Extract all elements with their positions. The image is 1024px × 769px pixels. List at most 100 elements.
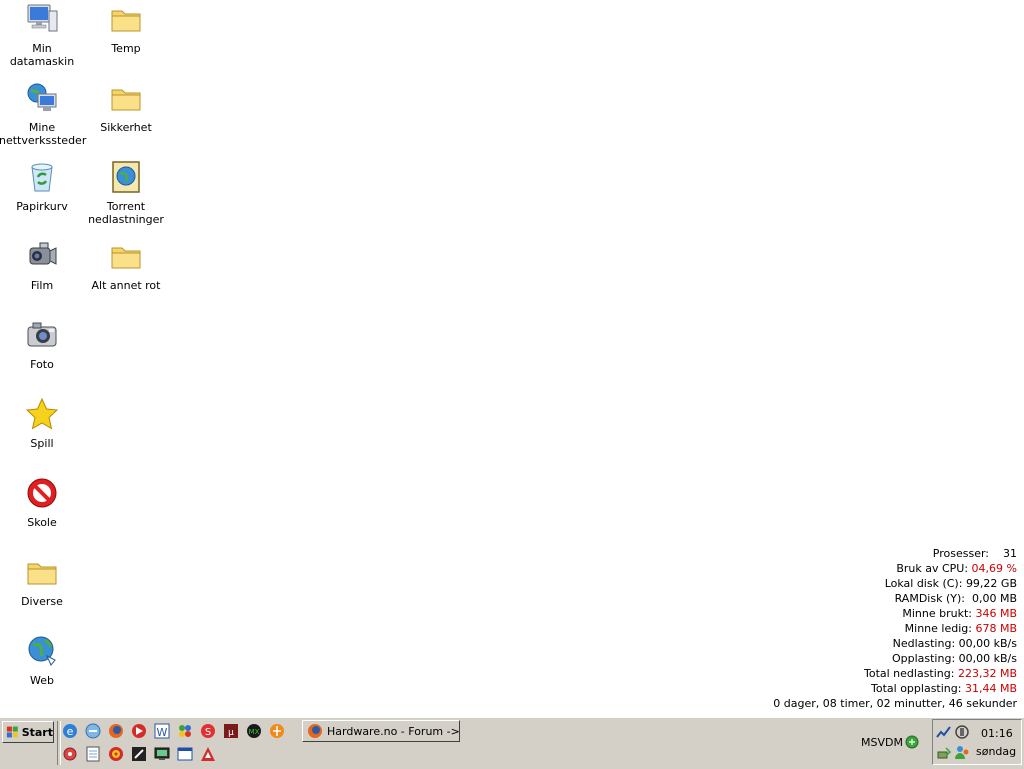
stat-row-upload: Opplasting: 00,00 kB/s — [773, 651, 1017, 666]
stat-row-memory-used: Minne brukt: 346 MB — [773, 606, 1017, 621]
stat-label: Prosesser: — [932, 547, 989, 560]
desktop-icon-diverse[interactable]: Diverse — [0, 555, 85, 608]
start-label: Start — [21, 725, 53, 739]
desktop-icon-label: Papirkurv — [16, 200, 68, 213]
desktop-icon-spill[interactable]: Spill — [0, 397, 85, 450]
stat-row-cpu: Bruk av CPU: 04,69 % — [773, 561, 1017, 576]
stat-label: Minne ledig: — [904, 622, 972, 635]
globe-icon — [28, 636, 56, 666]
user-icon[interactable] — [954, 744, 970, 760]
network-activity-icon[interactable] — [936, 724, 952, 740]
system-tray: 01:16 søndag — [932, 719, 1022, 765]
connection-icon[interactable] — [936, 744, 952, 760]
quicklaunch-skype-icon[interactable]: S — [199, 722, 217, 740]
network-places-icon — [27, 83, 57, 111]
quicklaunch-ares-icon[interactable] — [268, 722, 286, 740]
desktop-icon-label: Film — [30, 279, 54, 292]
torrent-globe-icon — [112, 161, 140, 193]
desktop-icon-label: Web — [30, 674, 54, 687]
stat-label: Opplasting: — [891, 652, 956, 665]
desktop-icon-min-datamaskin[interactable]: Min datamaskin — [0, 2, 85, 68]
stat-value: 678 MB — [975, 622, 1017, 635]
stat-value: 00,00 kB/s — [958, 652, 1017, 665]
desktop-icon-label: Torrent nedlastninger — [88, 200, 164, 226]
quicklaunch-word-icon[interactable]: W — [153, 722, 171, 740]
stat-label: Total nedlasting: — [864, 667, 955, 680]
quicklaunch-mx-icon[interactable]: MX — [245, 722, 263, 740]
desktop-icon-label: Mine nettverkssteder — [0, 121, 87, 147]
no-entry-icon — [27, 478, 57, 508]
quicklaunch-tools-icon[interactable] — [61, 745, 79, 763]
firefox-icon — [308, 724, 322, 738]
quicklaunch-mail-icon[interactable] — [84, 722, 102, 740]
desktop-icon-alt-annet-rot[interactable]: Alt annet rot — [83, 239, 169, 292]
stat-value: 99,22 GB — [965, 577, 1017, 590]
stat-value: 0,00 MB — [971, 592, 1017, 605]
stat-value: 04,69 % — [971, 562, 1017, 575]
desktop-icon-web[interactable]: Web — [0, 634, 85, 687]
svg-text:S: S — [205, 727, 211, 738]
quicklaunch-media-player-icon[interactable] — [130, 722, 148, 740]
desktop-icon-temp[interactable]: Temp — [83, 2, 169, 55]
camera-icon — [27, 322, 57, 347]
quicklaunch-brush-icon[interactable] — [130, 745, 148, 763]
quicklaunch-firefox-icon[interactable] — [107, 722, 125, 740]
recycle-bin-icon — [31, 163, 53, 192]
clock[interactable]: 01:16 — [981, 727, 1013, 740]
start-button[interactable]: Start — [2, 721, 54, 743]
stat-value: 00,00 kB/s — [958, 637, 1017, 650]
virtual-desktop-icon[interactable] — [905, 735, 919, 749]
stat-row-uptime: 0 dager, 08 timer, 02 minutter, 46 sekun… — [773, 697, 1017, 710]
stat-row-processes: Prosesser: 31 — [773, 546, 1017, 561]
quicklaunch-acrobat-icon[interactable] — [199, 745, 217, 763]
taskbar-window-title: Hardware.no - Forum ->... — [327, 724, 460, 738]
windows-logo-icon — [6, 726, 18, 738]
desktop-icon-skole[interactable]: Skole — [0, 476, 85, 529]
quicklaunch-internet-explorer-icon[interactable]: e — [61, 722, 79, 740]
desktop-icon-foto[interactable]: Foto — [0, 318, 85, 371]
desktop-icon-label: Foto — [30, 358, 54, 371]
desktop-icon-papirkurv[interactable]: Papirkurv — [0, 160, 85, 213]
stat-row-total-download: Total nedlasting: 223,32 MB — [773, 666, 1017, 681]
quicklaunch-target-icon[interactable] — [107, 745, 125, 763]
stat-label: Nedlasting: — [892, 637, 956, 650]
folder-icon — [27, 563, 57, 585]
quicklaunch-torrent-client-icon[interactable]: µ — [222, 722, 240, 740]
svg-text:e: e — [67, 725, 74, 738]
stat-label: Total opplasting: — [871, 682, 962, 695]
desktop-icon-label: Sikkerhet — [100, 121, 152, 134]
desktop-icon-label: Skole — [27, 516, 57, 529]
stat-row-ramdisk: RAMDisk (Y): 0,00 MB — [773, 591, 1017, 606]
computer-icon — [27, 4, 58, 32]
sync-icon[interactable] — [954, 724, 970, 740]
system-stats-widget: Prosesser: 31 Bruk av CPU: 04,69 % Lokal… — [773, 546, 1017, 711]
stat-row-total-upload: Total opplasting: 31,44 MB — [773, 681, 1017, 696]
quicklaunch-puzzle-icon[interactable] — [176, 722, 194, 740]
taskbar-window-button-firefox[interactable]: Hardware.no - Forum ->... — [302, 720, 460, 742]
desktop-icon-torrent-nedlastninger[interactable]: Torrent nedlastninger — [83, 160, 169, 226]
desktop-icon-label: Min datamaskin — [9, 42, 75, 68]
desktop-icon-mine-nettverkssteder[interactable]: Mine nettverkssteder — [0, 81, 87, 147]
star-icon — [25, 397, 59, 430]
video-camera-icon — [29, 242, 57, 265]
quicklaunch-monitor-icon[interactable] — [153, 745, 171, 763]
svg-text:W: W — [157, 726, 168, 739]
stat-label: Minne brukt: — [902, 607, 972, 620]
msvdm-label: MSVDM — [861, 736, 903, 749]
stat-row-download: Nedlasting: 00,00 kB/s — [773, 636, 1017, 651]
folder-icon — [111, 10, 141, 32]
stat-label: RAMDisk (Y): — [894, 592, 965, 605]
stat-value: 223,32 MB — [957, 667, 1017, 680]
stat-value: 31,44 MB — [964, 682, 1017, 695]
quicklaunch-notepad-icon[interactable] — [84, 745, 102, 763]
folder-icon — [111, 89, 141, 111]
desktop-icon-label: Temp — [111, 42, 141, 55]
stat-value: 346 MB — [975, 607, 1017, 620]
desktop-icon-label: Alt annet rot — [91, 279, 161, 292]
stat-label: Lokal disk (C): — [884, 577, 963, 590]
desktop-icon-label: Spill — [30, 437, 54, 450]
quicklaunch-window-icon[interactable] — [176, 745, 194, 763]
desktop-icon-film[interactable]: Film — [0, 239, 85, 292]
desktop-icon-sikkerhet[interactable]: Sikkerhet — [83, 81, 169, 134]
folder-icon — [111, 247, 141, 269]
